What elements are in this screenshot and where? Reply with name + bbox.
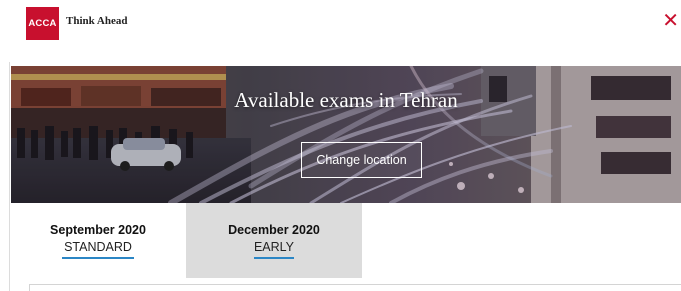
- tab-type-label: STANDARD: [62, 240, 134, 259]
- site-header: ACCA Think Ahead ✕: [0, 0, 681, 62]
- tagline: Think Ahead: [66, 15, 128, 27]
- tab-december-2020[interactable]: December 2020 EARLY: [186, 203, 362, 278]
- change-location-button[interactable]: Change location: [301, 142, 422, 178]
- tab-month-label: December 2020: [228, 223, 320, 237]
- hero-banner: Available exams in Tehran Change locatio…: [11, 66, 681, 203]
- exam-list-panel: [29, 284, 681, 291]
- close-icon[interactable]: ✕: [662, 10, 679, 30]
- hero-city-image: [11, 66, 681, 203]
- tab-month-label: September 2020: [50, 223, 146, 237]
- tab-september-2020[interactable]: September 2020 STANDARD: [10, 203, 186, 278]
- hero-title: Available exams in Tehran: [234, 88, 458, 112]
- logo-text: ACCA: [28, 18, 57, 29]
- tab-type-label: EARLY: [253, 240, 295, 259]
- acca-logo[interactable]: ACCA: [26, 7, 59, 40]
